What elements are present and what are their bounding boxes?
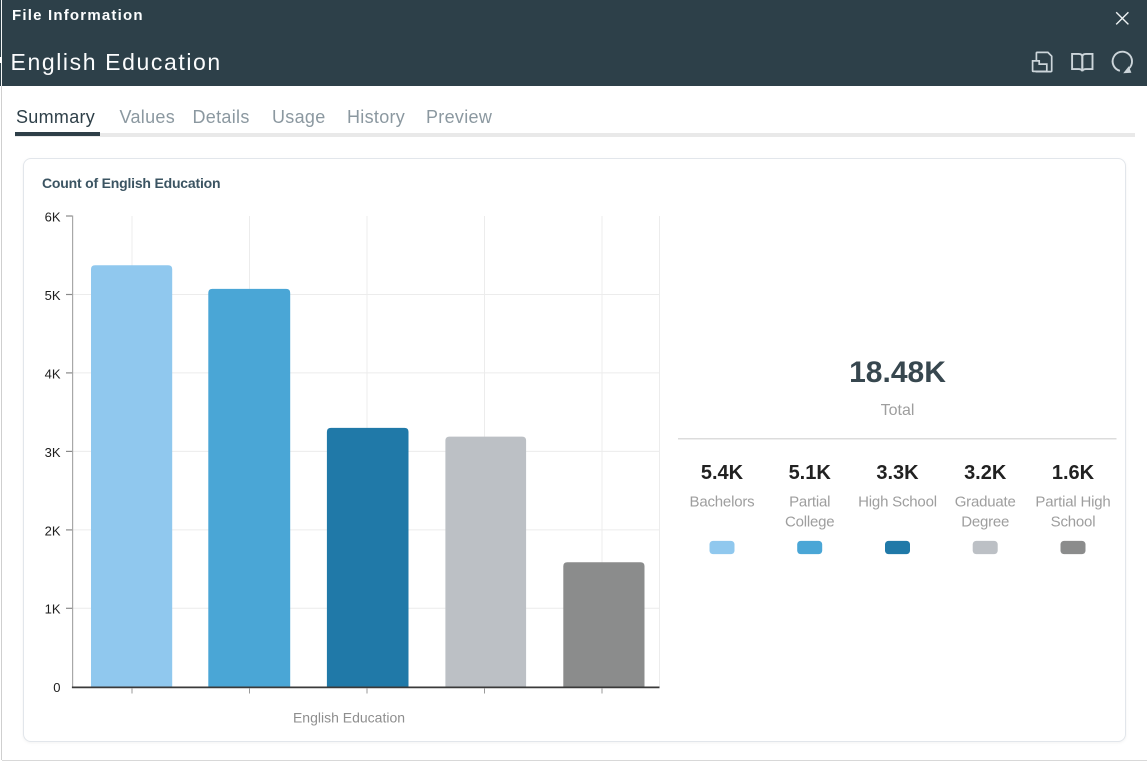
svg-text:5K: 5K (45, 288, 61, 303)
svg-text:Count of English Education: Count of English Education (42, 175, 220, 191)
svg-text:3.3K: 3.3K (876, 462, 919, 484)
svg-text:1.6K: 1.6K (1052, 462, 1095, 484)
svg-text:5.4K: 5.4K (701, 462, 744, 484)
svg-text:Total: Total (881, 402, 915, 419)
svg-text:4K: 4K (45, 366, 61, 381)
svg-text:School: School (1051, 513, 1096, 530)
svg-text:College: College (785, 513, 834, 530)
svg-text:Partial High: Partial High (1035, 494, 1110, 511)
svg-text:Bachelors: Bachelors (690, 494, 755, 511)
svg-text:2K: 2K (45, 523, 61, 538)
svg-text:1K: 1K (45, 602, 61, 617)
svg-text:Degree: Degree (961, 513, 1009, 530)
svg-text:Graduate: Graduate (955, 494, 1016, 511)
svg-text:3.2K: 3.2K (964, 462, 1007, 484)
svg-text:18.48K: 18.48K (849, 356, 946, 389)
svg-text:Partial: Partial (789, 494, 830, 511)
svg-text:0: 0 (53, 680, 60, 695)
svg-text:3K: 3K (45, 445, 61, 460)
svg-text:5.1K: 5.1K (789, 462, 832, 484)
svg-text:6K: 6K (45, 209, 61, 224)
svg-text:High School: High School (858, 494, 937, 511)
svg-text:English Education: English Education (293, 710, 405, 726)
